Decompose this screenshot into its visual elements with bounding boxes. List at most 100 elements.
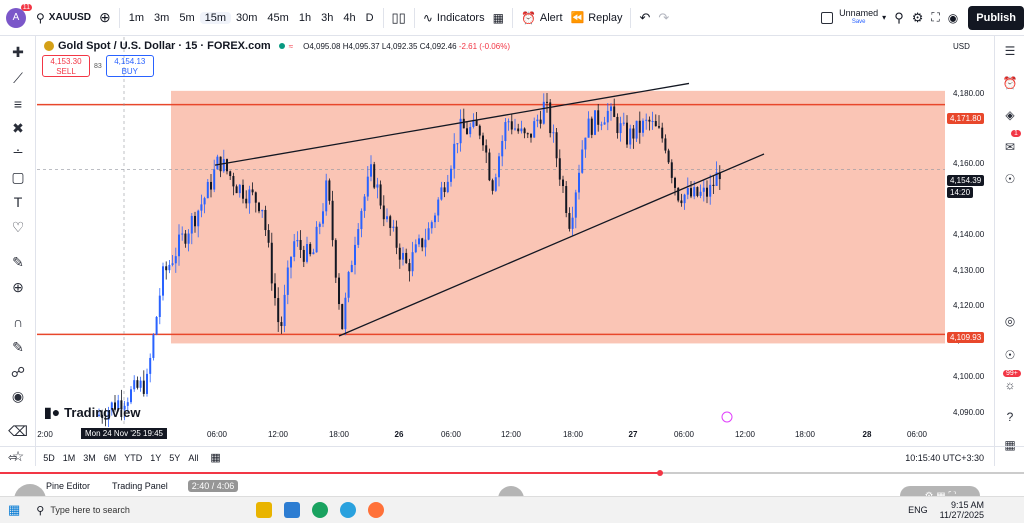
goto-date-icon[interactable]: ▦: [210, 451, 220, 464]
help-icon[interactable]: ?: [1001, 408, 1019, 426]
candle-body: [283, 294, 286, 327]
symbol-search-button[interactable]: ⚲ XAUUSD: [32, 6, 95, 30]
candle-body: [648, 119, 651, 122]
candle-body: [366, 176, 369, 197]
back-arrow-icon[interactable]: ⇦: [8, 451, 17, 464]
compare-button[interactable]: ⊕: [95, 6, 115, 30]
firefox-icon[interactable]: [368, 502, 385, 518]
trend-line-icon[interactable]: ⟋: [8, 68, 28, 88]
market-status-icon: [278, 43, 285, 49]
layout-button[interactable]: Unnamed Save ▾: [817, 6, 890, 30]
taskbar-date[interactable]: 11/27/2025: [940, 510, 984, 520]
ohlc-change: -2.61 (-0.06%): [458, 41, 510, 51]
timeframe-1m[interactable]: 1m: [124, 12, 149, 24]
price-axis[interactable]: USD 4,180.00 4,160.00 4,140.00 4,130.00 4,12…: [945, 37, 993, 427]
chevron-down-icon: ▾: [882, 13, 887, 22]
range-1m[interactable]: 1M: [63, 453, 76, 463]
indicators-button[interactable]: ∿ Indicators: [419, 6, 489, 30]
alarm-clock-icon[interactable]: ⏰: [1001, 74, 1019, 92]
candle-body: [494, 177, 497, 191]
publish-button[interactable]: Publish: [968, 5, 1024, 30]
candle-body: [574, 192, 577, 218]
crosshair-icon[interactable]: ✚: [8, 42, 28, 62]
time-axis[interactable]: 2:00 06:00 12:00 18:00 26 06:00 12:00 18:00 27 06…: [37, 428, 945, 442]
target-icon[interactable]: ◎: [1001, 312, 1019, 330]
lock-drawings-icon[interactable]: ✎: [8, 337, 28, 357]
range-all[interactable]: All: [188, 453, 198, 463]
sell-button[interactable]: 4,153.30 SELL: [42, 55, 90, 77]
timeframe-3m[interactable]: 3m: [149, 12, 174, 24]
range-1y[interactable]: 1Y: [150, 453, 161, 463]
redo-button[interactable]: ↷: [654, 6, 673, 30]
buy-button[interactable]: 4,154.13 BUY: [105, 55, 154, 77]
magnet-icon[interactable]: ∩: [8, 312, 28, 332]
candle-body: [174, 256, 177, 264]
telegram-icon[interactable]: [340, 502, 357, 518]
candle-body: [238, 184, 241, 194]
quick-search-button[interactable]: ⚲: [890, 6, 908, 30]
candle-body: [597, 110, 600, 125]
horizontal-lines-icon[interactable]: ≡: [8, 94, 28, 114]
trading-panel-tab[interactable]: Trading Panel: [112, 481, 168, 491]
mail-icon[interactable]: [284, 502, 301, 518]
pattern-icon[interactable]: ✖: [8, 118, 28, 138]
broadcast-icon[interactable]: ☉: [1001, 346, 1019, 364]
ideas-icon[interactable]: ☉: [1001, 170, 1019, 188]
lock-icon[interactable]: ☍: [8, 362, 28, 382]
candle-body: [162, 266, 164, 296]
taskbar-language[interactable]: ENG: [908, 505, 928, 515]
candle-body: [568, 212, 571, 229]
text-icon[interactable]: T: [8, 192, 28, 212]
chat-icon[interactable]: ✉: [1001, 138, 1019, 156]
windows-start-icon[interactable]: ▦: [8, 502, 20, 518]
clock-label[interactable]: 10:15:40 UTC+3:30: [905, 453, 984, 463]
range-5d[interactable]: 5D: [43, 453, 55, 463]
notifications-icon[interactable]: ☼: [1001, 376, 1019, 394]
timeframe-30m[interactable]: 30m: [231, 12, 262, 24]
heart-icon[interactable]: ♡: [8, 217, 28, 237]
settings-button[interactable]: ⚙: [908, 6, 928, 30]
trash-icon[interactable]: ⌫: [8, 421, 28, 441]
timeframe-D[interactable]: D: [361, 12, 379, 24]
range-3m[interactable]: 3M: [83, 453, 96, 463]
undo-button[interactable]: ↶: [635, 6, 654, 30]
chart-type-button[interactable]: ▯▯: [388, 6, 410, 30]
price-chart[interactable]: [37, 37, 945, 427]
timeframe-15m[interactable]: 15m: [199, 11, 232, 24]
candle-body: [389, 216, 392, 228]
timeframe-4h[interactable]: 4h: [338, 12, 360, 24]
candle-body: [667, 150, 670, 163]
spread-value: 83: [94, 62, 102, 70]
chrome-icon[interactable]: [312, 502, 329, 518]
timeframe-45m[interactable]: 45m: [262, 12, 293, 24]
timeframe-5m[interactable]: 5m: [174, 12, 199, 24]
taskbar-search-input[interactable]: Type here to search: [50, 505, 220, 515]
range-6m[interactable]: 6M: [104, 453, 117, 463]
timeframe-3h[interactable]: 3h: [316, 12, 338, 24]
timeframe-1h[interactable]: 1h: [294, 12, 316, 24]
range-ytd[interactable]: YTD: [124, 453, 142, 463]
fullscreen-button[interactable]: ⛶: [927, 6, 943, 30]
shapes-icon[interactable]: ▢: [8, 167, 28, 187]
candle-body: [571, 217, 574, 229]
ruler-icon[interactable]: ✎: [8, 252, 28, 272]
candle-body: [565, 186, 568, 213]
zoom-in-icon[interactable]: ⊕: [8, 277, 28, 297]
right-sidebar: ☰ ⏰ ◈ ✉ 1 ☉ ◎ ☉ ☼ 99+ ? ▦: [994, 36, 1024, 466]
file-explorer-icon[interactable]: [256, 502, 273, 518]
snapshot-button[interactable]: ◉: [944, 6, 962, 30]
eye-icon[interactable]: ◉: [8, 386, 28, 406]
watchlist-icon[interactable]: ☰: [1001, 42, 1019, 60]
layers-icon[interactable]: ◈: [1001, 106, 1019, 124]
candle-body: [251, 189, 254, 193]
user-avatar[interactable]: A 11: [6, 3, 32, 28]
pine-editor-tab[interactable]: Pine Editor: [46, 481, 90, 491]
templates-button[interactable]: ▦: [489, 6, 508, 30]
time-tick: 06:00: [906, 430, 928, 439]
candle-body: [638, 120, 641, 133]
alert-button[interactable]: ⏰ Alert: [517, 6, 567, 30]
fib-icon[interactable]: ∸: [8, 142, 28, 162]
replay-button[interactable]: ⏪ Replay: [567, 6, 627, 30]
range-5y[interactable]: 5Y: [169, 453, 180, 463]
taskbar-time[interactable]: 9:15 AM: [951, 500, 984, 510]
